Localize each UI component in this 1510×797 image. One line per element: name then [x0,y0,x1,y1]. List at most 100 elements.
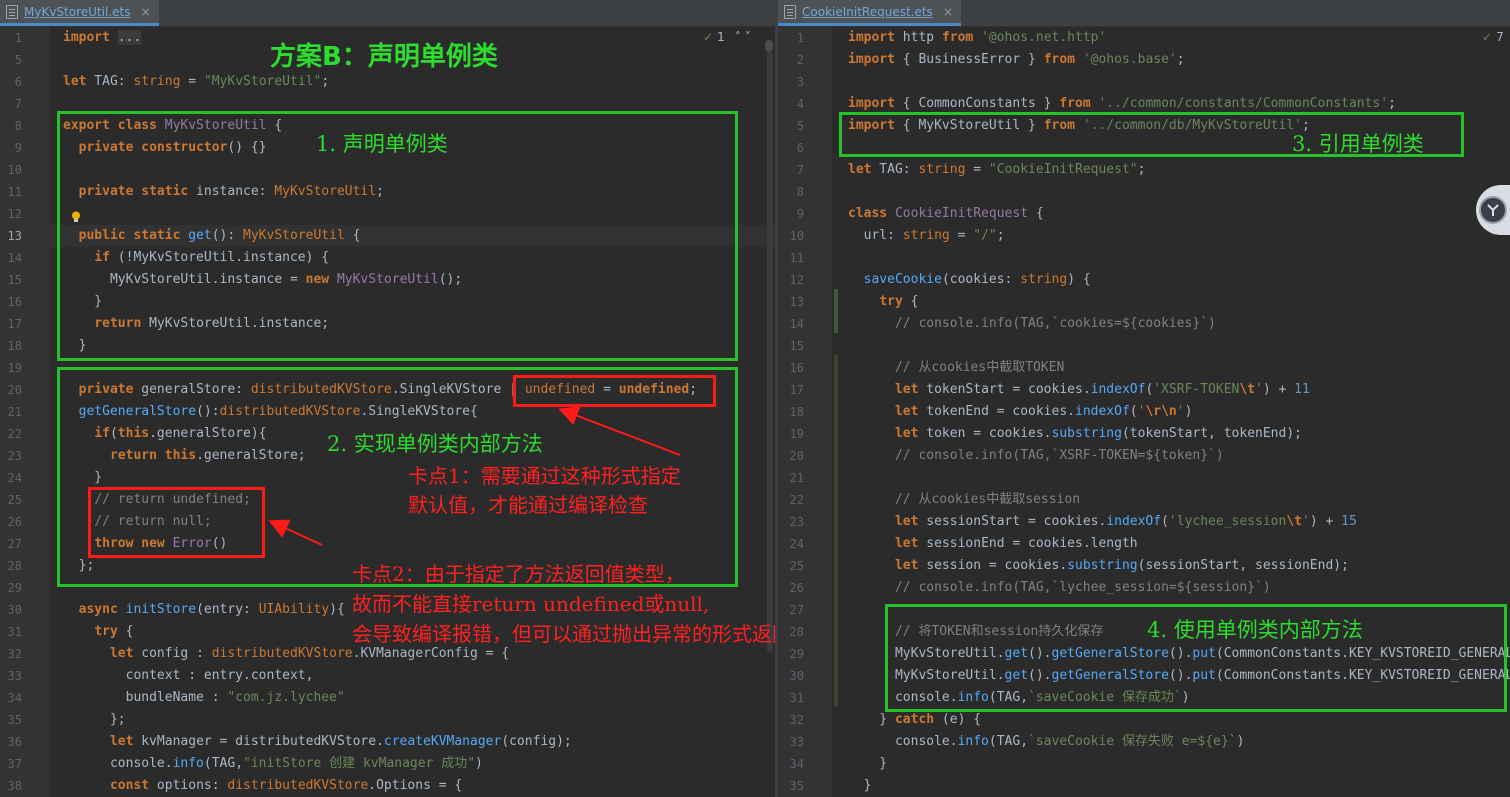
line-number: 14 [7,251,22,265]
file-icon [6,4,18,19]
chevron-down-icon[interactable]: ˅ [745,30,751,44]
line-number: 12 [789,273,804,287]
line-number: 17 [7,317,22,331]
line-number: 27 [7,537,22,551]
code-line[interactable]: console.info(TAG,`saveCookie 保存失败 e=${e}… [848,731,1510,753]
code-line[interactable]: let kvManager = distributedKVStore.creat… [63,731,775,753]
code-line[interactable]: import { BusinessError } from '@ohos.bas… [848,49,1510,71]
code-line[interactable]: const options: distributedKVStore.Option… [63,775,775,797]
code-line[interactable]: let sessionStart = cookies.indexOf('lych… [848,511,1510,533]
code-line[interactable] [848,181,1510,203]
tab-cookieinitrequest[interactable]: CookieInitRequest.ets × [778,0,961,26]
line-number: 34 [789,757,804,771]
step2-label: 2. 实现单例类内部方法 [327,432,543,456]
line-number: 31 [789,691,804,705]
scheme-title: 方案B：声明单例类 [270,42,498,72]
line-number: 26 [7,515,22,529]
inspection-count: 1 [717,30,725,44]
line-number: 10 [7,163,22,177]
line-number: 8 [14,119,22,133]
line-number: 27 [789,603,804,617]
chevron-up-icon[interactable]: ˄ [735,30,741,44]
line-number: 38 [7,779,22,793]
code-line[interactable]: // console.info(TAG,`cookies=${cookies}`… [848,313,1510,335]
code-line[interactable]: saveCookie(cookies: string) { [848,269,1510,291]
code-line[interactable]: // 从cookies中截取TOKEN [848,357,1510,379]
line-number: 21 [7,405,22,419]
code-line[interactable] [848,335,1510,357]
inspection-widget[interactable]: ✓ 1 ˄ ˅ [703,30,751,44]
inspection-count: 7 [1496,30,1504,44]
code-line[interactable]: try { [848,291,1510,313]
close-icon[interactable]: × [943,5,953,19]
code-line[interactable]: let session = cookies.substring(sessionS… [848,555,1510,577]
code-line[interactable]: } [848,753,1510,775]
code-line[interactable]: }; [63,709,775,731]
note2-line3: 会导致编译报错，但可以通过抛出异常的形式返回 [352,622,775,646]
code-line[interactable]: // console.info(TAG,`lychee_session=${se… [848,577,1510,599]
line-number: 22 [7,427,22,441]
code-line[interactable]: let sessionEnd = cookies.length [848,533,1510,555]
code-line[interactable] [848,467,1510,489]
close-icon[interactable]: × [140,5,150,19]
code-line[interactable]: let TAG: string = "MyKvStoreUtil"; [63,71,775,93]
line-number: 2 [796,53,804,67]
code-line[interactable]: } catch (e) { [848,709,1510,731]
inspection-widget[interactable]: ✓ 7 [1482,30,1504,44]
line-number: 17 [789,383,804,397]
line-number: 24 [7,471,22,485]
line-number: 22 [789,493,804,507]
line-number: 14 [789,317,804,331]
line-number: 23 [789,515,804,529]
line-number: 21 [789,471,804,485]
code-line[interactable]: // 从cookies中截取session [848,489,1510,511]
code-line[interactable]: let token = cookies.substring(tokenStart… [848,423,1510,445]
line-number: 4 [796,97,804,111]
code-line[interactable] [848,71,1510,93]
note1-line1: 卡点1：需要通过这种形式指定 [408,464,681,488]
line-number: 1 [796,31,804,45]
code-line[interactable]: url: string = "/"; [848,225,1510,247]
line-number: 33 [7,669,22,683]
line-number: 1 [14,31,22,45]
left-scrollbar[interactable] [767,52,773,652]
line-number: 36 [7,735,22,749]
line-number: 7 [14,97,22,111]
code-line[interactable] [848,247,1510,269]
code-line[interactable]: let TAG: string = "CookieInitRequest"; [848,159,1510,181]
line-number: 25 [7,493,22,507]
tab-title: CookieInitRequest.ets [802,4,933,19]
left-editor-pane: MyKvStoreUtil.ets × 1 import ... 5 6 let TAG… [0,0,775,797]
line-number: 35 [789,779,804,793]
line-number: 15 [789,339,804,353]
line-number: 29 [7,581,22,595]
code-line[interactable]: import http from '@ohos.net.http' [848,27,1510,49]
right-editor-pane: CookieInitRequest.ets × 1 import http fro… [778,0,1510,797]
change-marker [834,289,838,333]
line-number: 3 [796,75,804,89]
code-line[interactable]: } [848,775,1510,797]
note1-line2: 默认值，才能通过编译检查 [408,493,648,517]
line-number: 32 [789,713,804,727]
line-number: 11 [7,185,22,199]
code-line[interactable]: // console.info(TAG,`XSRF-TOKEN=${token}… [848,445,1510,467]
tab-mykvstoreutil[interactable]: MyKvStoreUtil.ets × [0,0,159,26]
right-tab-bar: CookieInitRequest.ets × [778,0,1510,27]
line-number: 20 [7,383,22,397]
line-number: 9 [796,207,804,221]
line-number: 20 [789,449,804,463]
code-line[interactable]: let tokenStart = cookies.indexOf('XSRF-T… [848,379,1510,401]
line-number: 8 [796,185,804,199]
code-line[interactable]: context : entry.context, [63,665,775,687]
line-number: 19 [789,427,804,441]
check-icon: ✓ [703,30,714,44]
line-number: 28 [7,559,22,573]
step3-label: 3. 引用单例类 [1292,132,1424,156]
line-number: 19 [7,361,22,375]
code-line[interactable]: class CookieInitRequest { [848,203,1510,225]
code-line[interactable]: console.info(TAG,"initStore 创建 kvManager… [63,753,775,775]
code-line[interactable]: bundleName : "com.jz.lychee" [63,687,775,709]
line-number: 13 [7,229,22,243]
line-number: 10 [789,229,804,243]
code-line[interactable]: let tokenEnd = cookies.indexOf('\r\n') [848,401,1510,423]
